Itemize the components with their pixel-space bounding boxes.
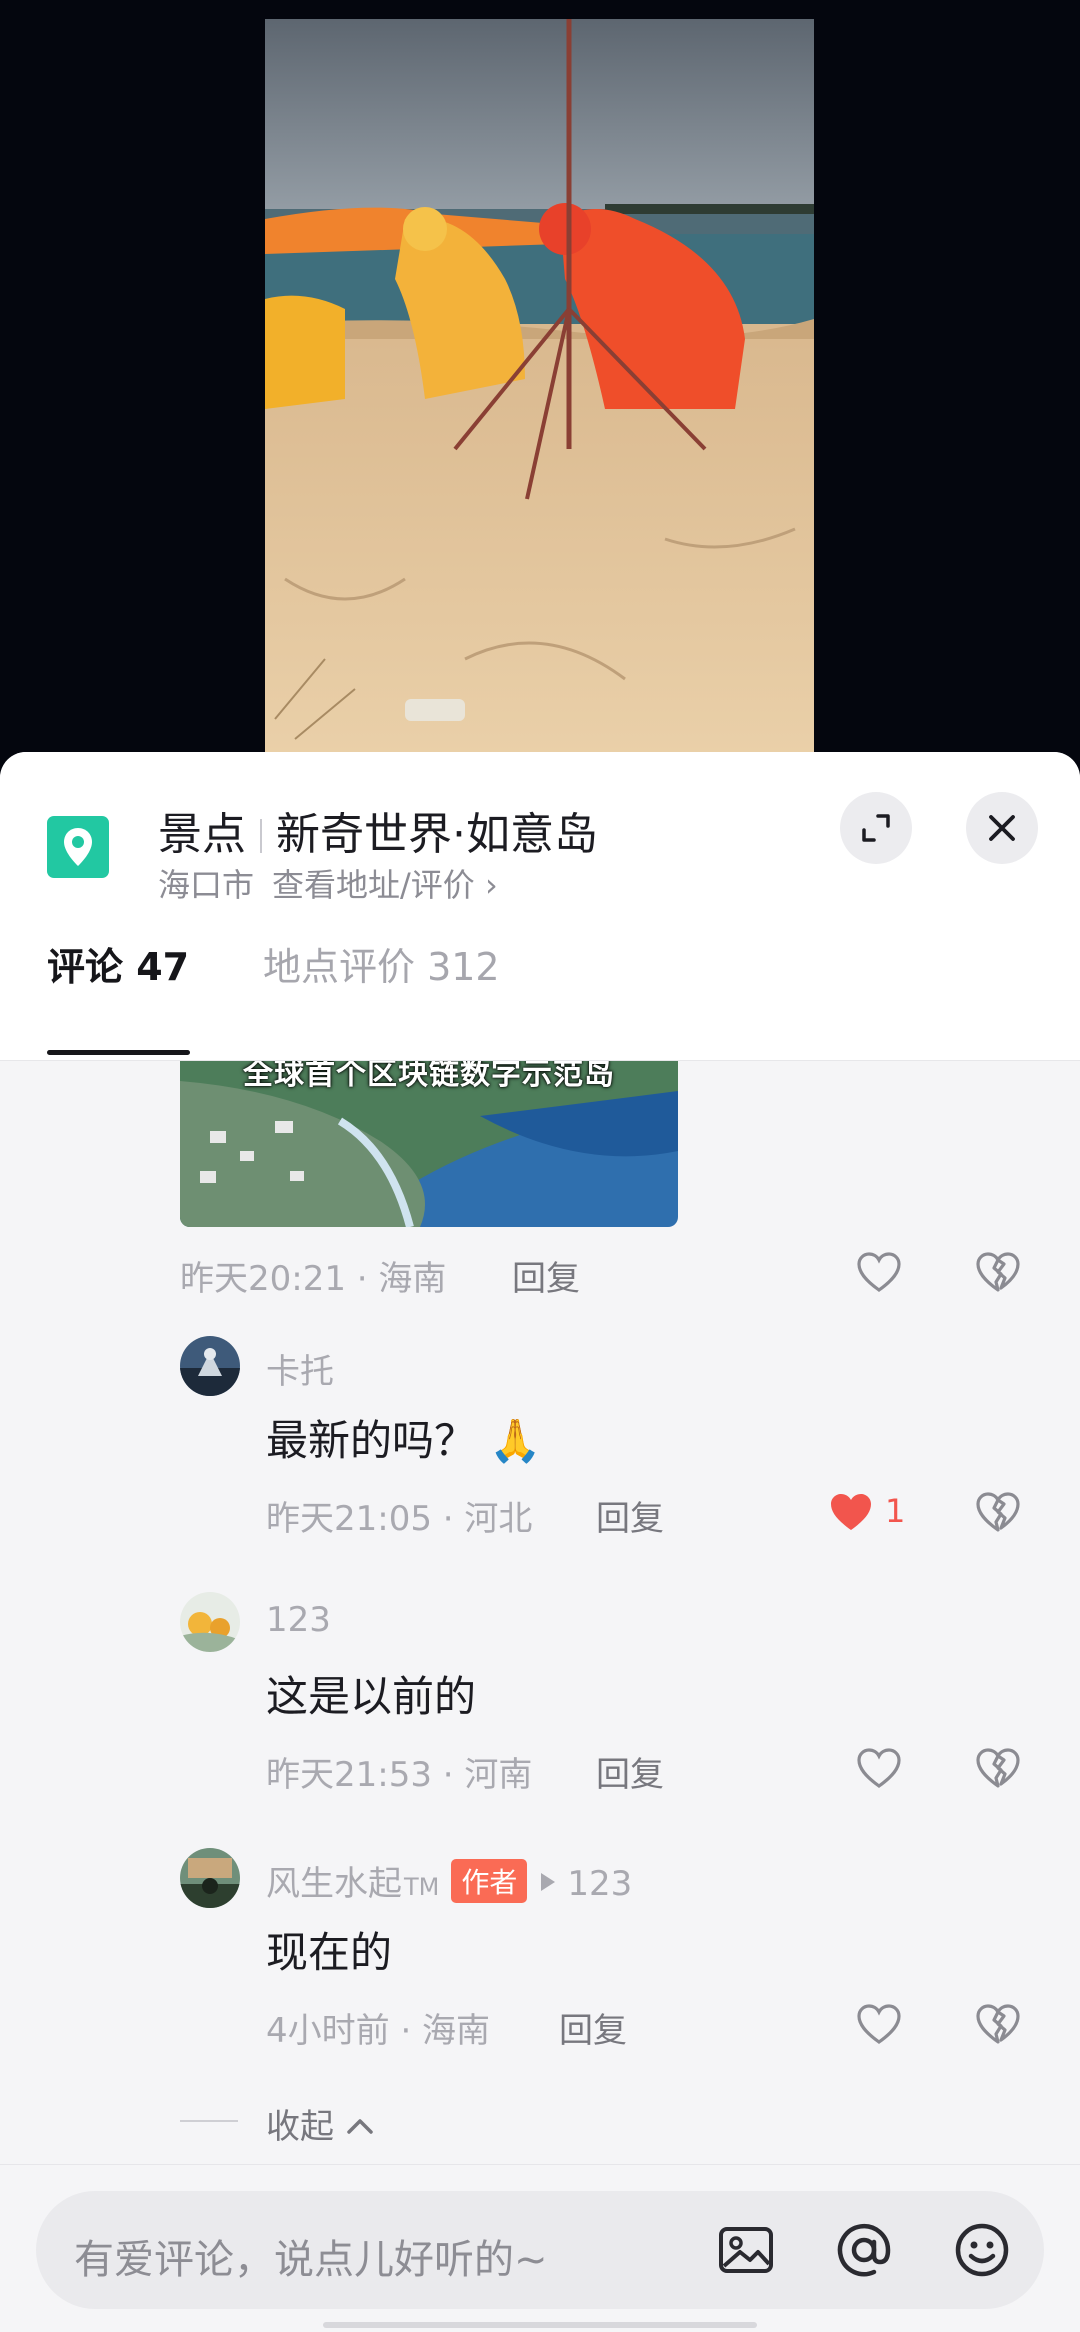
location-name: 新奇世界·如意岛 <box>276 809 598 860</box>
username[interactable]: 123 <box>266 1600 331 1640</box>
reply-button[interactable]: 回复 <box>596 1747 664 1796</box>
comment-input[interactable]: 有爱评论，说点儿好听的~ <box>36 2191 1044 2309</box>
heart-icon[interactable] <box>855 1746 903 1790</box>
username[interactable]: 卡托 <box>266 1344 334 1393</box>
title-divider <box>260 819 262 853</box>
reply-button[interactable]: 回复 <box>512 1251 580 1300</box>
image-icon[interactable] <box>716 2220 776 2280</box>
location-category: 景点 <box>158 809 246 860</box>
close-button[interactable] <box>966 792 1038 864</box>
comment-meta: 4小时前 · 海南 <box>266 2011 491 2051</box>
avatar[interactable] <box>180 1592 240 1652</box>
comment-meta: 昨天21:53 · 河南 <box>266 1755 533 1795</box>
comment-text: 最新的吗？ 🙏 <box>266 1407 542 1468</box>
location-subtitle[interactable]: 海口市 查看地址/评价 › <box>158 860 498 906</box>
broken-heart-icon[interactable] <box>974 1490 1022 1534</box>
reply-to-user[interactable]: 123 <box>567 1864 632 1904</box>
comment-meta: 昨天20:21 · 海南 <box>180 1259 447 1299</box>
location-city: 海口市 <box>158 866 255 904</box>
image-caption: 全球首个区块链数字示范岛 <box>243 1061 615 1092</box>
reply-to-arrow-icon <box>541 1873 556 1891</box>
sheet-header: 景点 新奇世界·如意岛 海口市 查看地址/评价 › 评论 47 地点评价 312 <box>0 752 1080 1061</box>
comment-image[interactable]: 全球首个区块链数字示范岛 <box>180 1061 678 1227</box>
username[interactable]: 风生水起 <box>266 1864 402 1904</box>
video-player[interactable] <box>265 19 814 759</box>
praying-hands-emoji: 🙏 <box>489 1416 542 1465</box>
comment-list[interactable]: 全球首个区块链数字示范岛 昨天20:21 · 海南 回复 卡托 最新的吗？ 🙏 … <box>0 1061 1080 2193</box>
home-indicator[interactable] <box>323 2322 757 2328</box>
comment-text: 现在的 <box>266 1928 393 1977</box>
tab-comments[interactable]: 评论 47 <box>47 948 189 986</box>
view-address-link[interactable]: 查看地址/评价 › <box>272 866 498 904</box>
heart-icon[interactable] <box>827 1490 875 1534</box>
comment-text: 这是以前的 <box>266 1672 477 1721</box>
expand-button[interactable] <box>840 792 912 864</box>
emoji-icon[interactable] <box>952 2220 1012 2280</box>
avatar[interactable] <box>180 1336 240 1396</box>
heart-icon[interactable] <box>855 2002 903 2046</box>
tab-place-reviews[interactable]: 地点评价 312 <box>263 948 500 986</box>
comment-meta: 昨天21:05 · 河北 <box>266 1499 533 1539</box>
chevron-up-icon <box>347 2119 373 2134</box>
input-placeholder: 有爱评论，说点儿好听的~ <box>74 2237 548 2283</box>
username-row: 风生水起TM 作者 123 <box>266 1856 632 1905</box>
author-badge: 作者 <box>451 1859 528 1903</box>
tab-bar: 评论 47 地点评价 312 <box>0 948 1080 1060</box>
heart-icon[interactable] <box>855 1250 903 1294</box>
at-icon[interactable] <box>834 2220 894 2280</box>
comment-input-bar: 有爱评论，说点儿好听的~ <box>0 2164 1080 2332</box>
expand-icon <box>862 814 890 842</box>
collapse-label: 收起 <box>266 2107 334 2147</box>
like-count: 1 <box>885 1492 906 1530</box>
trademark-mark: TM <box>404 1873 440 1901</box>
comment-body: 最新的吗？ <box>266 1416 477 1465</box>
reply-button[interactable]: 回复 <box>559 2003 627 2052</box>
reply-button[interactable]: 回复 <box>596 1491 664 1540</box>
active-tab-indicator <box>47 1050 190 1055</box>
location-title[interactable]: 景点 新奇世界·如意岛 <box>158 798 598 862</box>
map-pin-icon <box>47 816 109 878</box>
close-icon <box>989 815 1015 841</box>
collapse-divider <box>180 2120 238 2122</box>
broken-heart-icon[interactable] <box>974 1746 1022 1790</box>
broken-heart-icon[interactable] <box>974 2002 1022 2046</box>
broken-heart-icon[interactable] <box>974 1250 1022 1294</box>
avatar[interactable] <box>180 1848 240 1908</box>
collapse-replies-button[interactable]: 收起 <box>266 2099 375 2148</box>
comment-sheet: 景点新奇世界·如意岛 海口市查看地址/评价 › 评论 47 地点评价 312 <box>0 752 1080 2332</box>
